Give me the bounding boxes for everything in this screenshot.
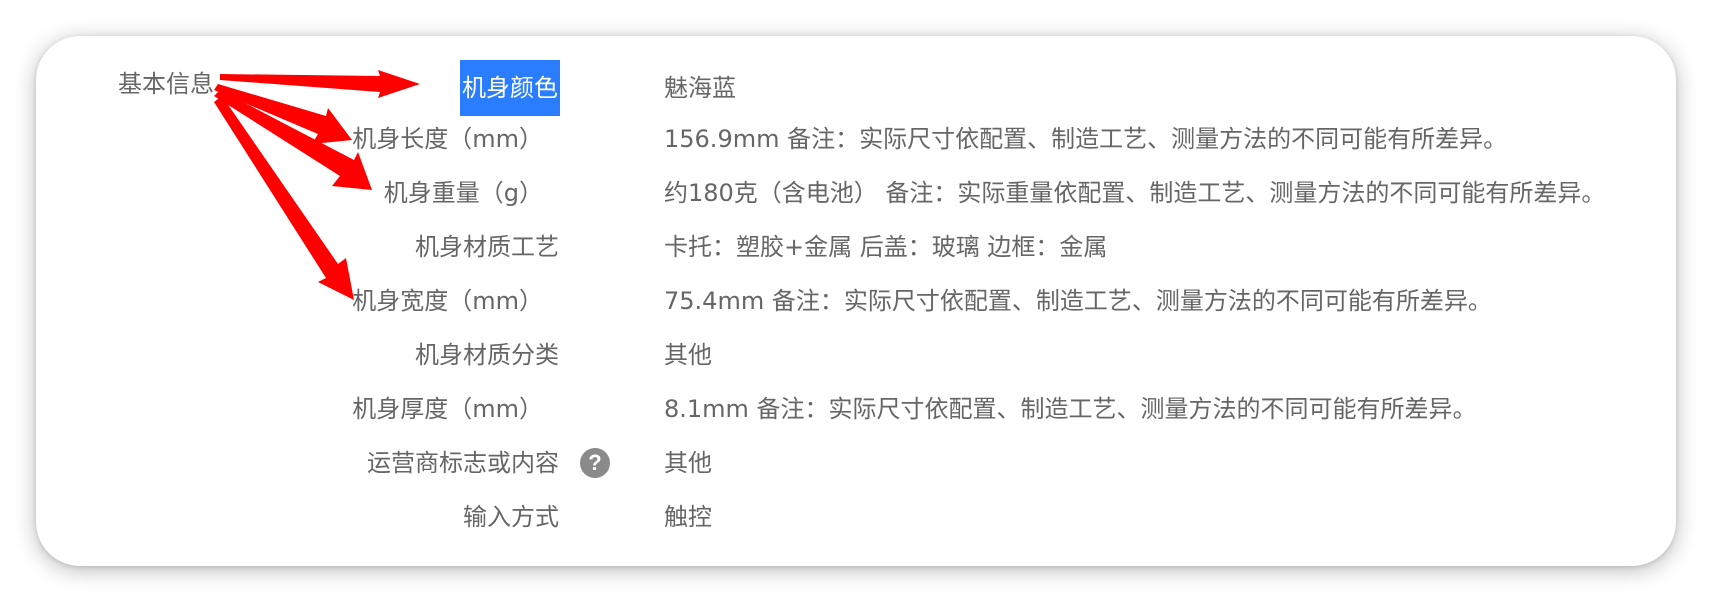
- spec-row-material-category: 机身材质分类 其他: [0, 335, 1712, 375]
- spec-value-carrier-logo: 其他: [664, 449, 712, 477]
- spec-label-thickness: 机身厚度（mm）: [352, 395, 543, 423]
- help-icon[interactable]: ?: [580, 448, 610, 478]
- spec-row-width: 机身宽度（mm） 75.4mm 备注：实际尺寸依配置、制造工艺、测量方法的不同可…: [0, 281, 1712, 321]
- spec-value-material-category: 其他: [664, 341, 712, 369]
- spec-value-input-method: 触控: [664, 503, 712, 531]
- spec-row-material: 机身材质工艺 卡托：塑胶+金属 后盖：玻璃 边框：金属: [0, 227, 1712, 267]
- spec-row-length: 机身长度（mm） 156.9mm 备注：实际尺寸依配置、制造工艺、测量方法的不同…: [0, 119, 1712, 159]
- spec-label-width: 机身宽度（mm）: [352, 287, 543, 315]
- spec-row-thickness: 机身厚度（mm） 8.1mm 备注：实际尺寸依配置、制造工艺、测量方法的不同可能…: [0, 389, 1712, 429]
- spec-value-weight: 约180克（含电池） 备注：实际重量依配置、制造工艺、测量方法的不同可能有所差异…: [664, 179, 1606, 207]
- spec-label-material-category: 机身材质分类: [415, 341, 559, 369]
- spec-label-weight: 机身重量（g）: [383, 179, 543, 207]
- spec-row-weight: 机身重量（g） 约180克（含电池） 备注：实际重量依配置、制造工艺、测量方法的…: [0, 173, 1712, 213]
- spec-label-length: 机身长度（mm）: [352, 125, 543, 153]
- spec-label-carrier-logo: 运营商标志或内容: [367, 449, 559, 477]
- spec-value-thickness: 8.1mm 备注：实际尺寸依配置、制造工艺、测量方法的不同可能有所差异。: [664, 395, 1477, 423]
- spec-value-color: 魅海蓝: [664, 74, 736, 102]
- spec-label-input-method: 输入方式: [463, 503, 559, 531]
- spec-value-material: 卡托：塑胶+金属 后盖：玻璃 边框：金属: [664, 233, 1108, 261]
- spec-label-color[interactable]: 机身颜色: [460, 60, 560, 116]
- spec-row-input-method: 输入方式 触控: [0, 497, 1712, 537]
- spec-row-carrier-logo: 运营商标志或内容 ? 其他: [0, 443, 1712, 483]
- screenshot-stage: 基本信息 机身颜色 魅海蓝 机身长度（mm） 156.9mm 备注：实际尺寸依配…: [0, 0, 1712, 602]
- spec-value-width: 75.4mm 备注：实际尺寸依配置、制造工艺、测量方法的不同可能有所差异。: [664, 287, 1492, 315]
- spec-value-length: 156.9mm 备注：实际尺寸依配置、制造工艺、测量方法的不同可能有所差异。: [664, 125, 1508, 153]
- spec-label-material: 机身材质工艺: [415, 233, 559, 261]
- spec-row-color: 机身颜色 魅海蓝: [0, 60, 1712, 116]
